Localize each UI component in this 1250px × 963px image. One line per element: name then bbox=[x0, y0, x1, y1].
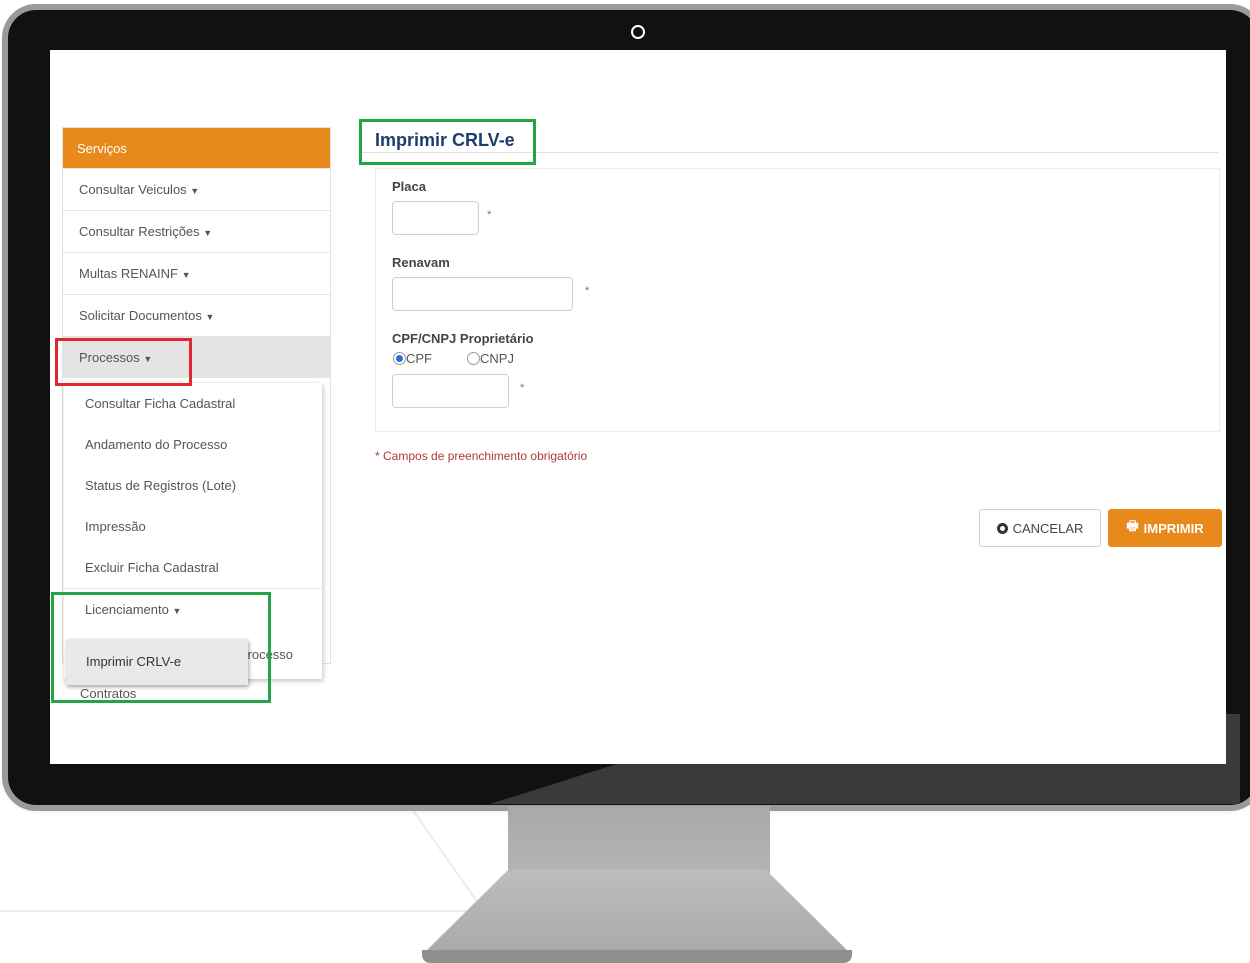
screen: Serviços Consultar Veiculos ▼ Consultar … bbox=[50, 50, 1226, 764]
cancel-button[interactable]: CANCELAR bbox=[979, 509, 1101, 547]
cpf-cnpj-input[interactable] bbox=[392, 374, 509, 408]
webcam-icon bbox=[631, 25, 645, 39]
renavam-input[interactable] bbox=[392, 277, 573, 311]
sidebar-item-consultar-restricoes[interactable]: Consultar Restrições ▼ bbox=[63, 210, 330, 252]
highlight-box-title bbox=[359, 119, 536, 165]
caret-down-icon: ▼ bbox=[190, 186, 200, 196]
cpf-radio-label: CPF bbox=[406, 351, 432, 366]
form-panel: Placa * Renavam * CPF/CNPJ Proprietário … bbox=[375, 168, 1220, 432]
sidebar-item-consultar-veiculos[interactable]: Consultar Veiculos ▼ bbox=[63, 168, 330, 210]
cpf-cnpj-label: CPF/CNPJ Proprietário bbox=[392, 331, 534, 346]
caret-down-icon: ▼ bbox=[181, 270, 191, 280]
sidebar-header: Serviços bbox=[63, 128, 330, 168]
required-mark: * bbox=[520, 382, 525, 394]
submenu-item-impressao[interactable]: Impressão bbox=[64, 506, 322, 547]
submenu-item-excluir-ficha[interactable]: Excluir Ficha Cadastral bbox=[64, 547, 322, 588]
required-fields-note: * Campos de preenchimento obrigatório bbox=[375, 449, 588, 463]
highlight-box-processos bbox=[55, 338, 192, 386]
required-mark: * bbox=[487, 209, 492, 221]
caret-down-icon: ▼ bbox=[203, 228, 213, 238]
monitor-stand bbox=[422, 870, 852, 955]
cancel-circle-icon bbox=[996, 522, 1008, 534]
placa-input[interactable] bbox=[392, 201, 479, 235]
cnpj-radio-label: CNPJ bbox=[480, 351, 514, 366]
sidebar-item-multas-renainf[interactable]: Multas RENAINF ▼ bbox=[63, 252, 330, 294]
highlight-box-licenciamento bbox=[51, 592, 271, 703]
required-mark: * bbox=[585, 285, 590, 297]
print-button[interactable]: 🖶 IMPRIMIR bbox=[1108, 509, 1222, 547]
submenu-item-andamento[interactable]: Andamento do Processo bbox=[64, 424, 322, 465]
cpf-radio[interactable] bbox=[393, 352, 406, 365]
monitor-base bbox=[422, 950, 852, 963]
placa-label: Placa bbox=[392, 179, 426, 194]
renavam-label: Renavam bbox=[392, 255, 450, 270]
sidebar-item-solicitar-documentos[interactable]: Solicitar Documentos ▼ bbox=[63, 294, 330, 336]
printer-icon: 🖶 bbox=[1126, 518, 1139, 533]
background-line bbox=[0, 910, 520, 912]
caret-down-icon: ▼ bbox=[205, 312, 215, 322]
submenu-item-status-registros[interactable]: Status de Registros (Lote) bbox=[64, 465, 322, 506]
submenu-item-consultar-ficha[interactable]: Consultar Ficha Cadastral bbox=[64, 383, 322, 424]
cnpj-radio[interactable] bbox=[467, 352, 480, 365]
